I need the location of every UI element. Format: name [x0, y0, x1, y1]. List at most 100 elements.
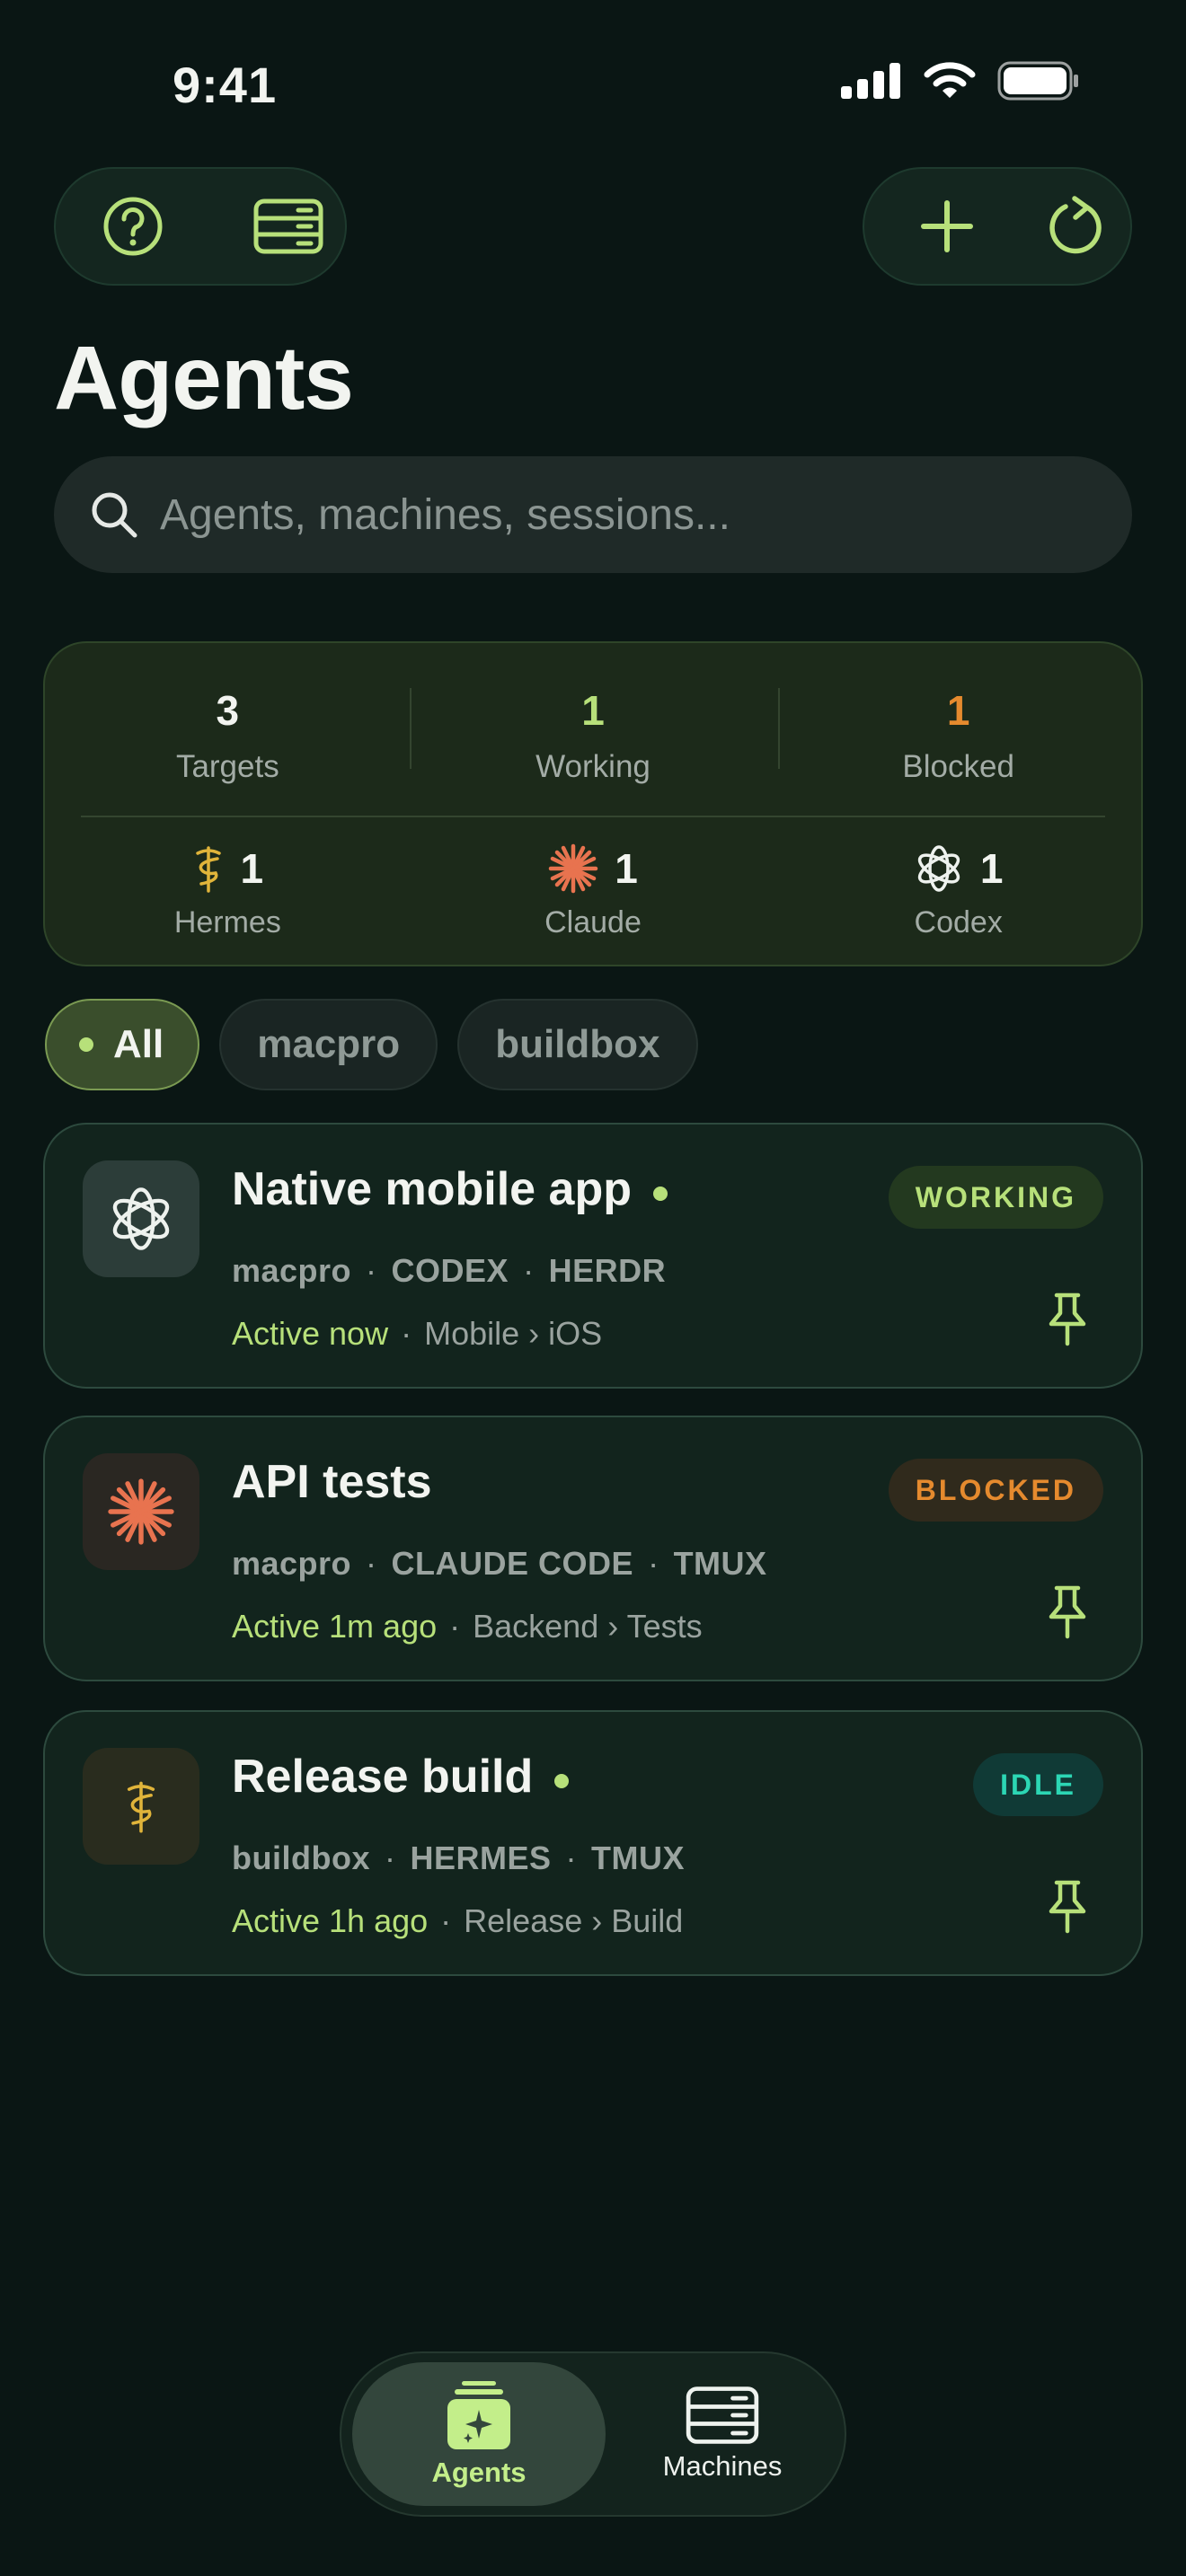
agent-title-text: Native mobile app	[232, 1163, 632, 1215]
separator: ·	[565, 1839, 578, 1876]
workspace-path: Release › Build	[464, 1902, 684, 1939]
agent-title: API tests	[232, 1455, 432, 1509]
pin-button[interactable]	[1048, 1292, 1087, 1352]
targets-count: 3	[216, 687, 240, 734]
agents-screen: 9:41 Agents Agents, machines, sessions..…	[0, 0, 1186, 2576]
status-icons	[841, 61, 1080, 101]
filter-chip-label: macpro	[257, 1022, 401, 1066]
caduceus-icon	[127, 1781, 155, 1833]
codex-count: 1	[979, 845, 1004, 892]
agent-title: Release build	[232, 1750, 570, 1804]
search-icon	[92, 492, 137, 538]
workspace-path: Backend › Tests	[473, 1608, 703, 1645]
pin-icon	[1049, 1880, 1086, 1934]
pin-icon	[1049, 1585, 1086, 1639]
blocked-label: Blocked	[902, 749, 1014, 784]
tool-name: HERMES	[410, 1839, 552, 1876]
working-count: 1	[581, 687, 605, 734]
separator: ·	[366, 1545, 377, 1582]
agents-stack-icon	[447, 2381, 510, 2449]
server-rack-icon	[686, 2386, 759, 2444]
agent-title-text: API tests	[232, 1456, 432, 1508]
separator: ·	[648, 1545, 659, 1582]
provider-codex[interactable]: 1 Codex	[775, 841, 1141, 948]
status-time: 9:41	[173, 57, 278, 113]
cellular-signal-icon	[841, 63, 900, 99]
online-dot	[653, 1187, 668, 1201]
refresh-icon	[1049, 196, 1102, 254]
working-label: Working	[535, 749, 651, 784]
divider	[410, 688, 412, 769]
provider-claude[interactable]: 1 Claude	[411, 841, 776, 948]
agent-title-text: Release build	[232, 1751, 534, 1803]
search-input[interactable]: Agents, machines, sessions...	[54, 456, 1132, 573]
agent-avatar	[83, 1453, 199, 1570]
machine-name: buildbox	[232, 1839, 370, 1876]
divider	[81, 816, 1105, 817]
separator: ·	[401, 1315, 412, 1352]
separator: ·	[384, 1839, 396, 1876]
servers-button[interactable]	[231, 168, 345, 285]
status-badge: WORKING	[888, 1166, 1103, 1229]
separator: ·	[440, 1902, 452, 1939]
agent-activity: Active now · Mobile › iOS	[232, 1315, 602, 1353]
add-button[interactable]	[893, 168, 1000, 285]
hermes-label: Hermes	[173, 905, 281, 940]
machine-name: macpro	[232, 1252, 352, 1289]
top-right-actions	[863, 167, 1132, 286]
session-type: HERDR	[548, 1252, 667, 1289]
filter-chip-label: buildbox	[495, 1022, 660, 1066]
separator: ·	[523, 1252, 535, 1289]
agent-card[interactable]: Release build buildbox · HERMES · TMUX Activ…	[43, 1710, 1143, 1976]
summary-card: 3 Targets 1 Working 1 Blocked 1 Hermes 1…	[43, 641, 1143, 966]
workspace-path: Mobile › iOS	[424, 1315, 603, 1352]
filter-chip-macpro[interactable]: macpro	[219, 999, 438, 1090]
agent-activity: Active 1h ago · Release › Build	[232, 1902, 683, 1940]
machine-name: macpro	[232, 1545, 352, 1582]
filter-chip-label: All	[113, 1022, 164, 1066]
agent-avatar	[83, 1748, 199, 1865]
selected-dot	[79, 1037, 93, 1052]
separator: ·	[366, 1252, 377, 1289]
agent-meta: macpro · CLAUDE CODE · TMUX	[232, 1545, 767, 1583]
filter-chip-buildbox[interactable]: buildbox	[457, 999, 698, 1090]
top-left-actions	[54, 167, 347, 286]
session-type: TMUX	[673, 1545, 767, 1582]
tab-machines[interactable]: Machines	[607, 2362, 837, 2506]
help-button[interactable]	[75, 168, 190, 285]
openai-icon	[112, 1187, 170, 1250]
battery-icon	[997, 61, 1078, 101]
agent-card[interactable]: Native mobile app macpro · CODEX · HERDR Act…	[43, 1123, 1143, 1389]
targets-stat[interactable]: 3 Targets	[45, 686, 411, 794]
agent-card[interactable]: API tests macpro · CLAUDE CODE · TMUX Active…	[43, 1416, 1143, 1681]
tab-agents[interactable]: Agents	[352, 2362, 606, 2506]
filter-chips: All macpro buildbox	[45, 999, 698, 1090]
claude-label: Claude	[544, 905, 642, 940]
filter-chip-all[interactable]: All	[45, 999, 200, 1090]
tool-name: CLAUDE CODE	[391, 1545, 634, 1582]
divider	[778, 688, 780, 769]
working-stat[interactable]: 1 Working	[411, 686, 776, 794]
tab-machines-label: Machines	[662, 2450, 783, 2482]
claude-count: 1	[615, 845, 638, 892]
pin-button[interactable]	[1048, 1584, 1087, 1645]
refresh-button[interactable]	[1023, 168, 1130, 285]
tab-agents-label: Agents	[431, 2457, 527, 2488]
pin-icon	[1049, 1292, 1086, 1346]
page-title: Agents	[54, 328, 354, 428]
codex-label: Codex	[914, 905, 1003, 940]
provider-hermes[interactable]: 1 Hermes	[45, 841, 411, 948]
pin-button[interactable]	[1048, 1879, 1087, 1939]
activity-time: Active 1m ago	[232, 1608, 438, 1645]
online-dot	[554, 1774, 570, 1788]
claude-starburst-icon	[108, 1478, 174, 1545]
claude-starburst-icon	[548, 843, 598, 894]
agent-meta: buildbox · HERMES · TMUX	[232, 1839, 685, 1877]
tab-bar: Agents Machines	[340, 2351, 846, 2517]
agent-activity: Active 1m ago · Backend › Tests	[232, 1608, 703, 1645]
openai-icon	[917, 845, 960, 892]
targets-label: Targets	[175, 749, 279, 784]
blocked-stat[interactable]: 1 Blocked	[775, 686, 1141, 794]
agent-meta: macpro · CODEX · HERDR	[232, 1252, 666, 1290]
tool-name: CODEX	[391, 1252, 509, 1289]
